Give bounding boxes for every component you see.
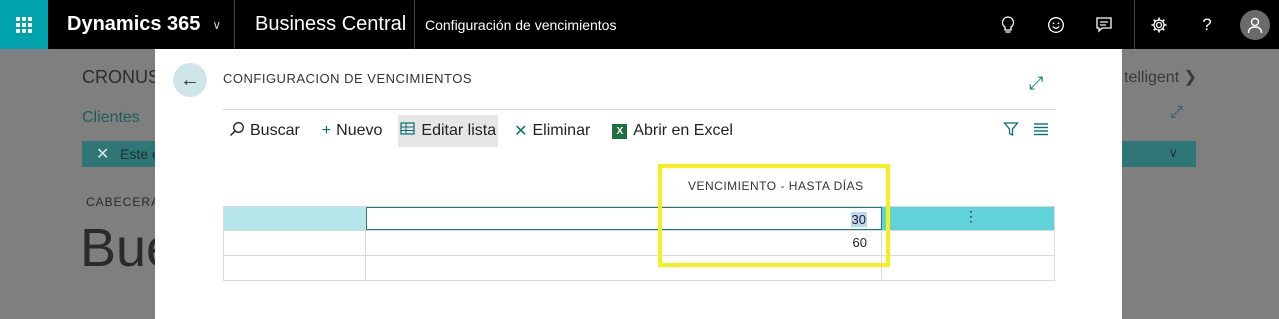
app-name[interactable]: Business Central — [235, 0, 415, 49]
table-row[interactable] — [223, 256, 1055, 281]
plus-icon: + — [321, 122, 332, 139]
vencimientos-dialog: ← CONFIGURACION DE VENCIMIENTOS ⤢ Buscar… — [155, 49, 1122, 319]
smiley-icon[interactable] — [1032, 0, 1080, 49]
edit-list-button[interactable]: Editar lista — [398, 115, 499, 147]
dialog-title: CONFIGURACION DE VENCIMIENTOS — [223, 71, 473, 86]
back-button[interactable]: ← — [173, 63, 207, 97]
edit-list-icon — [400, 121, 416, 141]
top-bar: Dynamics 365 ∨ Business Central Configur… — [0, 0, 1279, 49]
section-heading: CABECERA — [86, 195, 161, 209]
search-button[interactable]: Buscar — [223, 115, 306, 147]
delete-icon: ✕ — [514, 123, 528, 140]
row-actions-cell[interactable]: ⋮ — [882, 207, 1055, 230]
factbox-title: telligent ❯ — [1124, 69, 1198, 86]
delete-button[interactable]: ✕ Eliminar — [508, 115, 596, 147]
close-icon: ✕ — [96, 146, 110, 163]
page-title: Configuración de vencimientos — [425, 16, 617, 33]
product-name: Dynamics 365 — [67, 13, 201, 35]
waffle-icon — [16, 16, 32, 33]
customers-link: Clientes — [82, 109, 140, 126]
user-avatar[interactable] — [1231, 0, 1279, 49]
action-bar: Buscar + Nuevo Editar lista ✕ Eliminar X… — [223, 115, 1055, 147]
row-actions-cell — [882, 256, 1055, 280]
user-avatar-icon — [1240, 9, 1270, 40]
expand-icon: ⤢ — [1170, 104, 1183, 121]
chevron-down-icon: ∨ — [1168, 145, 1178, 160]
chat-icon[interactable] — [1080, 0, 1128, 49]
row-selector[interactable] — [223, 231, 366, 255]
gear-icon[interactable] — [1135, 0, 1183, 49]
list-grid: 30 ⋮ 60 — [223, 206, 1055, 281]
expand-icon[interactable]: ⤢ — [1029, 73, 1043, 94]
edit-list-label: Editar lista — [421, 122, 497, 139]
excel-label: Abrir en Excel — [633, 122, 733, 139]
table-row[interactable]: 30 ⋮ — [223, 206, 1055, 231]
table-row[interactable]: 60 — [223, 231, 1055, 256]
more-options-icon[interactable]: ⋮ — [964, 208, 978, 225]
new-button[interactable]: + Nuevo — [316, 115, 389, 147]
row-selector[interactable] — [223, 207, 366, 230]
search-icon — [229, 121, 245, 142]
excel-icon: X — [612, 123, 628, 139]
open-in-excel-button[interactable]: X Abrir en Excel — [606, 115, 739, 147]
delete-label: Eliminar — [532, 122, 591, 139]
company-name: CRONUS — [82, 67, 161, 87]
row-actions-cell — [882, 231, 1055, 255]
product-menu[interactable]: Dynamics 365 ∨ — [48, 0, 235, 49]
row-selector[interactable] — [223, 256, 366, 280]
new-label: Nuevo — [336, 122, 383, 139]
lightbulb-icon[interactable] — [984, 0, 1032, 49]
annotation-highlight-box — [658, 164, 890, 267]
filter-text: Este e — [120, 146, 160, 162]
divider — [223, 109, 1055, 110]
chevron-right-icon: ❯ — [1183, 69, 1198, 86]
search-label: Buscar — [250, 122, 300, 139]
app-launcher-button[interactable] — [0, 0, 48, 49]
chevron-down-icon: ∨ — [212, 17, 222, 32]
help-icon[interactable]: ? — [1183, 0, 1231, 49]
arrow-left-icon: ← — [180, 68, 200, 91]
list-view-icon[interactable] — [1033, 122, 1049, 140]
filter-icon[interactable] — [1003, 121, 1019, 141]
